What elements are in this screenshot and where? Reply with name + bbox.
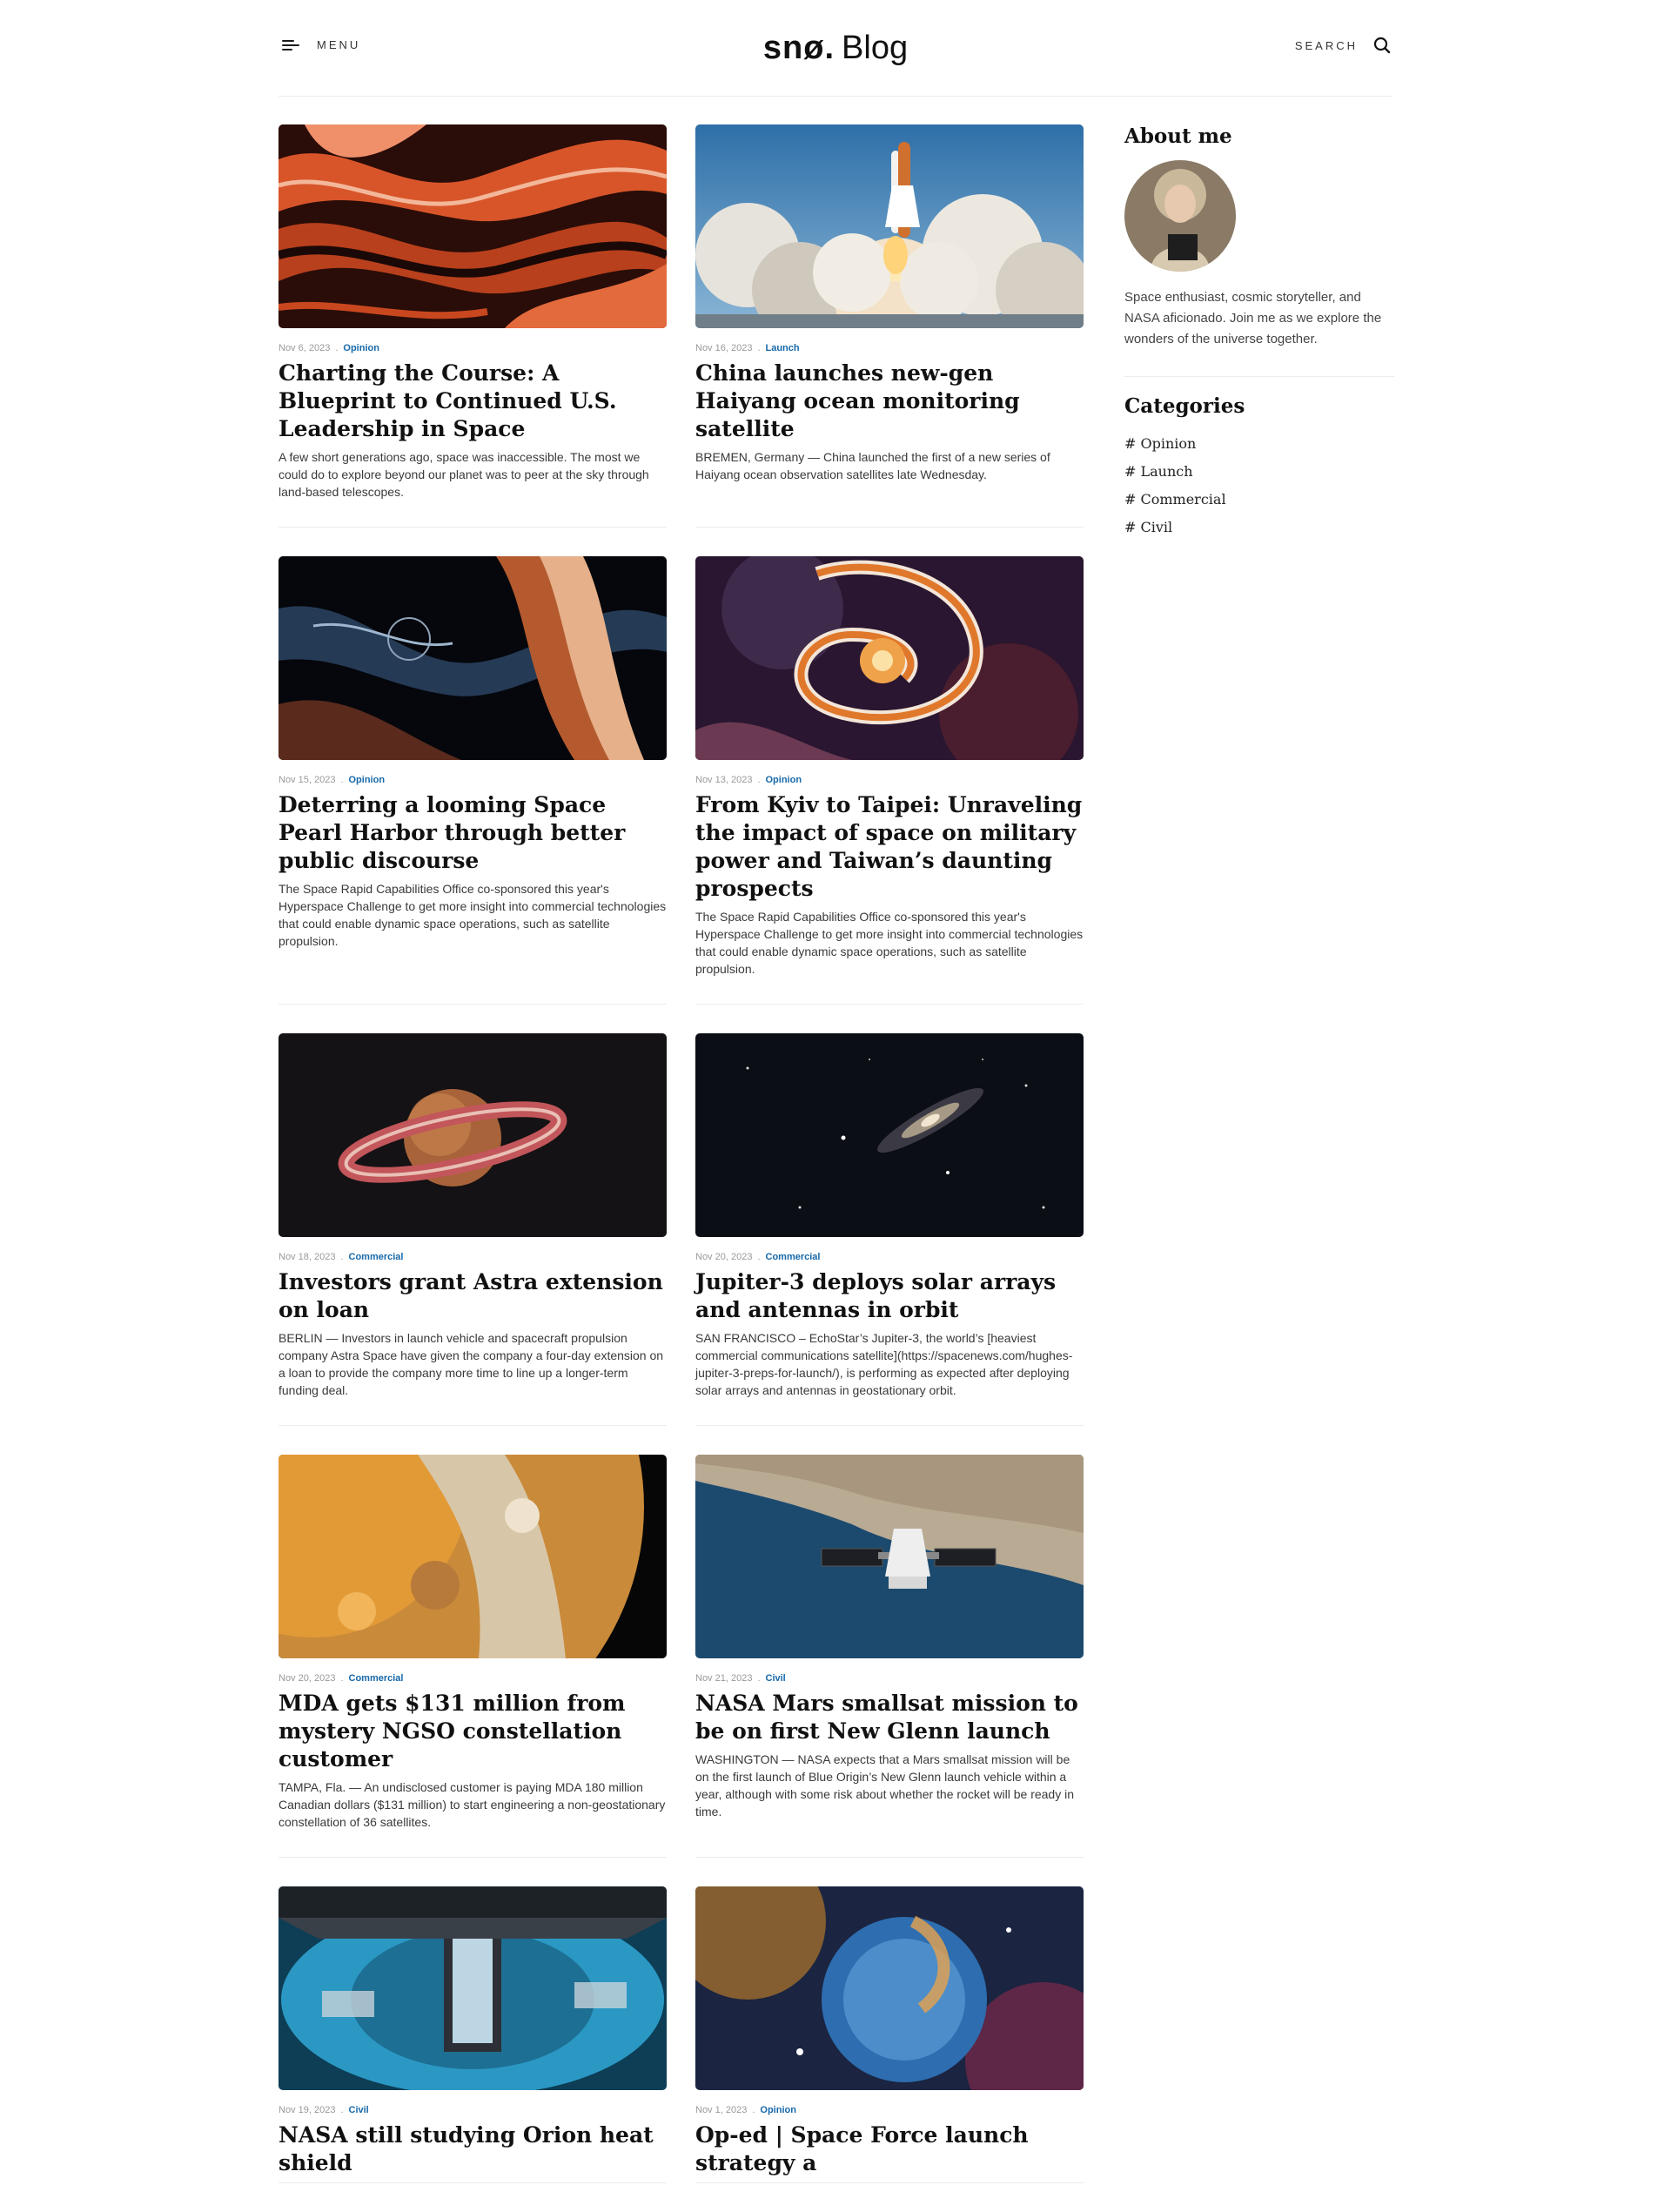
- about-text: Space enthusiast, cosmic storyteller, an…: [1124, 290, 1382, 346]
- post-card: Nov 19, 2023. Civil NASA still studying O…: [278, 1886, 667, 2183]
- category-list: # Opinion # Launch # Commercial # Civil: [1124, 430, 1394, 541]
- post-title[interactable]: NASA still studying Orion heat shield: [278, 2121, 667, 2177]
- post-date: Nov 20, 2023: [695, 1252, 753, 1262]
- post-excerpt: TAMPA, Fla. — An undisclosed customer is…: [278, 1780, 666, 1829]
- category-link-commercial[interactable]: # Commercial: [1124, 486, 1394, 514]
- post-meta: Nov 13, 2023. Opinion: [695, 775, 802, 785]
- post-meta: Nov 16, 2023. Launch: [695, 343, 800, 353]
- post-title[interactable]: Deterring a looming Space Pearl Harbor t…: [278, 791, 667, 875]
- post-excerpt: WASHINGTON — NASA expects that a Mars sm…: [695, 1752, 1075, 1819]
- logo-blog: Blog: [842, 30, 909, 66]
- post-category-link[interactable]: Opinion: [760, 2105, 796, 2115]
- post-image-orange-swirl[interactable]: [695, 556, 1084, 760]
- post-image-shuttle-launch[interactable]: [695, 124, 1084, 328]
- post-card: Nov 6, 2023. Opinion Charting the Course:…: [278, 124, 667, 528]
- post-category-link[interactable]: Opinion: [343, 343, 379, 353]
- post-card: Nov 18, 2023. Commercial Investors grant …: [278, 1033, 667, 1426]
- post-title[interactable]: Investors grant Astra extension on loan: [278, 1268, 667, 1324]
- post-card: Nov 1, 2023. Opinion Op-ed | Space Force …: [695, 1886, 1084, 2183]
- post-category-link[interactable]: Civil: [766, 1673, 786, 1684]
- post-date: Nov 6, 2023: [278, 343, 331, 353]
- post-title[interactable]: China launches new-gen Haiyang ocean mon…: [695, 360, 1084, 443]
- post-date: Nov 13, 2023: [695, 775, 753, 785]
- post-image-capsule-orbit[interactable]: [695, 1455, 1084, 1658]
- post-excerpt: BERLIN — Investors in launch vehicle and…: [278, 1331, 664, 1397]
- post-category-link[interactable]: Civil: [349, 2105, 369, 2115]
- post-image-test-chamber[interactable]: [278, 1886, 667, 2090]
- post-meta: Nov 18, 2023. Commercial: [278, 1252, 404, 1262]
- post-category-link[interactable]: Commercial: [766, 1252, 821, 1262]
- post-excerpt: SAN FRANCISCO – EchoStar’s Jupiter-3, th…: [695, 1331, 1073, 1397]
- post-date: Nov 15, 2023: [278, 775, 336, 785]
- post-card: Nov 13, 2023. Opinion From Kyiv to Taipei…: [695, 556, 1084, 1005]
- post-image-galaxy[interactable]: [695, 1033, 1084, 1237]
- post-date: Nov 18, 2023: [278, 1252, 336, 1262]
- post-title[interactable]: Jupiter-3 deploys solar arrays and anten…: [695, 1268, 1084, 1324]
- post-date: Nov 21, 2023: [695, 1673, 753, 1684]
- post-date: Nov 19, 2023: [278, 2105, 336, 2115]
- sidebar-divider: [1124, 376, 1394, 377]
- post-title[interactable]: Op-ed | Space Force launch strategy a: [695, 2121, 1084, 2177]
- post-title[interactable]: MDA gets $131 million from mystery NGSO …: [278, 1690, 667, 1773]
- about-heading: About me: [1124, 124, 1232, 148]
- post-date: Nov 20, 2023: [278, 1673, 336, 1684]
- category-link-launch[interactable]: # Launch: [1124, 458, 1394, 486]
- category-link-opinion[interactable]: # Opinion: [1124, 430, 1394, 458]
- search-label: SEARCH: [1294, 38, 1358, 52]
- post-category-link[interactable]: Opinion: [349, 775, 386, 785]
- site-header: MENU snø. Blog SEARCH: [278, 0, 1392, 97]
- post-image-lava-swirl[interactable]: [278, 124, 667, 328]
- author-avatar: [1124, 160, 1236, 272]
- post-image-ringed-planet[interactable]: [278, 1033, 667, 1237]
- post-image-bubble-nebula[interactable]: [695, 1886, 1084, 2090]
- post-meta: Nov 20, 2023. Commercial: [278, 1673, 404, 1684]
- post-title[interactable]: NASA Mars smallsat mission to be on firs…: [695, 1690, 1084, 1745]
- post-grid: Nov 6, 2023. Opinion Charting the Course:…: [278, 124, 1084, 2212]
- logo-brand: snø.: [762, 30, 836, 66]
- post-meta: Nov 6, 2023. Opinion: [278, 343, 379, 353]
- post-date: Nov 1, 2023: [695, 2105, 748, 2115]
- post-card: Nov 20, 2023. Commercial MDA gets $131 mi…: [278, 1455, 667, 1858]
- search-icon: [1373, 37, 1391, 54]
- post-category-link[interactable]: Commercial: [349, 1673, 404, 1684]
- search-button[interactable]: SEARCH: [1295, 37, 1391, 54]
- post-excerpt: The Space Rapid Capabilities Office co-s…: [278, 882, 667, 948]
- post-meta: Nov 1, 2023. Opinion: [695, 2105, 796, 2115]
- post-category-link[interactable]: Launch: [766, 343, 800, 353]
- post-card: Nov 15, 2023. Opinion Deterring a looming…: [278, 556, 667, 1005]
- post-excerpt: A few short generations ago, space was i…: [278, 450, 649, 499]
- post-title[interactable]: From Kyiv to Taipei: Unraveling the impa…: [695, 791, 1084, 903]
- post-meta: Nov 15, 2023. Opinion: [278, 775, 386, 785]
- post-card: Nov 21, 2023. Civil NASA Mars smallsat mi…: [695, 1455, 1084, 1858]
- post-category-link[interactable]: Commercial: [349, 1252, 404, 1262]
- sidebar: About me Space enthusiast, cosmic storyt…: [1124, 124, 1394, 541]
- post-card: Nov 20, 2023. Commercial Jupiter-3 deploy…: [695, 1033, 1084, 1426]
- post-category-link[interactable]: Opinion: [766, 775, 802, 785]
- site-logo[interactable]: snø. Blog: [278, 26, 1392, 70]
- category-link-civil[interactable]: # Civil: [1124, 514, 1394, 541]
- post-title[interactable]: Charting the Course: A Blueprint to Cont…: [278, 360, 667, 443]
- post-image-dark-nebula[interactable]: [278, 556, 667, 760]
- post-date: Nov 16, 2023: [695, 343, 753, 353]
- post-excerpt: BREMEN, Germany — China launched the fir…: [695, 450, 1050, 481]
- post-excerpt: The Space Rapid Capabilities Office co-s…: [695, 910, 1084, 976]
- post-meta: Nov 19, 2023. Civil: [278, 2105, 369, 2115]
- post-meta: Nov 21, 2023. Civil: [695, 1673, 786, 1684]
- post-meta: Nov 20, 2023. Commercial: [695, 1252, 821, 1262]
- post-image-planet-surface[interactable]: [278, 1455, 667, 1658]
- categories-heading: Categories: [1124, 394, 1245, 418]
- post-card: Nov 16, 2023. Launch China launches new-g…: [695, 124, 1084, 528]
